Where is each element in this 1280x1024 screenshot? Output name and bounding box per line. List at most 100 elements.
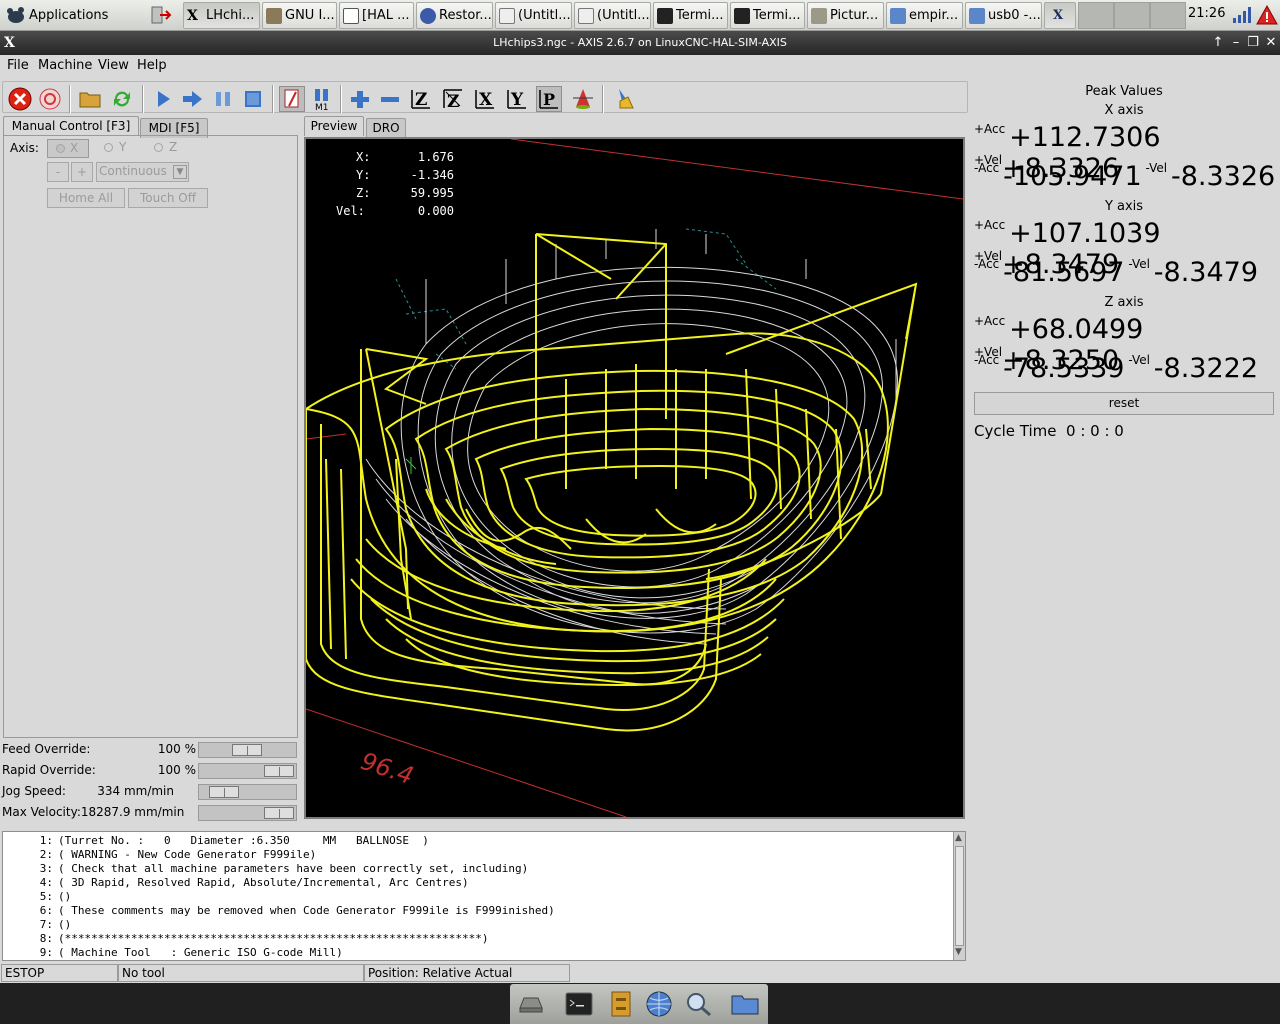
window-titlebar[interactable]: X LHchips3.ngc - AXIS 2.6.7 on LinuxCNC-… [0, 31, 1280, 55]
scroll-down-icon[interactable]: ▼ [955, 947, 962, 957]
slider-thumb[interactable] [264, 765, 294, 777]
code-line[interactable]: 7:() [3, 918, 72, 932]
search-icon[interactable] [684, 990, 714, 1018]
tab-manual-control[interactable]: Manual Control [F3] [3, 116, 139, 136]
jog-speed-slider[interactable] [198, 784, 297, 800]
reload-button[interactable] [109, 86, 135, 112]
jog-minus-button[interactable]: - [47, 162, 69, 182]
axis-x-radio[interactable]: X [47, 139, 89, 158]
code-line[interactable]: 6:( These comments may be removed when C… [3, 904, 555, 918]
estop-button[interactable] [7, 86, 33, 112]
jog-plus-button[interactable]: + [71, 162, 93, 182]
workspace-4[interactable] [1150, 2, 1186, 29]
view-x-button[interactable]: X [472, 86, 498, 112]
file-cabinet-icon[interactable] [606, 990, 636, 1018]
menu-help[interactable]: Help [137, 58, 167, 73]
toolpath-plot[interactable] [306, 139, 963, 817]
workspace-3[interactable] [1114, 2, 1150, 29]
run-button[interactable] [150, 86, 176, 112]
y-axis-label: Y axis [1104, 199, 1144, 214]
scrollbar-thumb[interactable] [955, 846, 964, 946]
code-scrollbar[interactable]: ▲ ▼ [953, 832, 965, 960]
task-usb0[interactable]: usb0 -... [965, 2, 1042, 29]
maximize-icon[interactable]: ❐ [1245, 34, 1261, 52]
shade-icon[interactable]: ↑ [1210, 34, 1226, 52]
status-estop: ESTOP [1, 964, 118, 982]
applications-menu[interactable]: Applications Menu [3, 2, 147, 50]
minimize-icon[interactable]: – [1228, 34, 1244, 52]
max-velocity-slider[interactable] [198, 805, 297, 821]
rotate-view-button[interactable] [570, 86, 596, 112]
folder-icon [890, 8, 906, 24]
code-line[interactable]: 5:() [3, 890, 72, 904]
menu-file[interactable]: File [7, 58, 29, 73]
axis-y-radio[interactable]: Y [104, 139, 144, 158]
dro-y-value: -1.346 [410, 168, 454, 182]
view-perspective-button[interactable]: P [536, 86, 562, 112]
task-restore[interactable]: Restor... [416, 2, 493, 29]
code-line[interactable]: 3:( Check that all machine parameters ha… [3, 862, 528, 876]
task-gimp[interactable]: GNU I... [262, 2, 337, 29]
logout-icon[interactable] [150, 5, 172, 25]
code-line[interactable]: 9:( Machine Tool : Generic ISO G-code Mi… [3, 946, 343, 960]
terminal-icon[interactable] [564, 990, 594, 1018]
step-button[interactable] [180, 86, 206, 112]
z-neg-vel: -8.3222 [1153, 353, 1258, 384]
task-untitled-1[interactable]: (Untitl... [495, 2, 572, 29]
task-hal[interactable]: [HAL ... [339, 2, 414, 29]
machine-power-button[interactable] [37, 86, 63, 112]
menu-view[interactable]: View [98, 58, 129, 73]
task-terminal-1[interactable]: Termi... [653, 2, 728, 29]
axis-z-radio[interactable]: Z [154, 139, 194, 158]
close-icon[interactable]: ✕ [1263, 34, 1279, 52]
gcode-listing[interactable]: 1: (Turret No. : 0 Diameter :6.350 MM BAL… [2, 831, 966, 961]
pause-button[interactable] [210, 86, 236, 112]
view-z2-button[interactable]: Z [440, 86, 466, 112]
web-browser-icon[interactable] [644, 990, 674, 1018]
feed-override-slider[interactable] [198, 742, 297, 758]
reset-button[interactable]: reset [974, 392, 1274, 415]
block-delete-button[interactable] [279, 86, 305, 112]
code-line[interactable]: 8: (*************************************… [3, 932, 489, 946]
drive-icon[interactable] [516, 990, 546, 1018]
slider-thumb[interactable] [209, 786, 239, 798]
open-file-button[interactable] [77, 86, 103, 112]
task-untitled-2[interactable]: (Untitl... [574, 2, 651, 29]
z-axis-negative-row: -Acc -78.5339 -Vel -8.3222 [974, 353, 1258, 384]
home-all-button[interactable]: Home All [47, 188, 125, 208]
code-line[interactable]: 4:( 3D Rapid, Resolved Rapid, Absolute/I… [3, 876, 469, 890]
folder-icon[interactable] [730, 990, 760, 1018]
touch-off-button[interactable]: Touch Off [128, 188, 208, 208]
terminal-icon [657, 8, 673, 24]
network-signal-icon[interactable] [1232, 6, 1252, 24]
code-line[interactable]: 1: (Turret No. : 0 Diameter :6.350 MM BAL… [3, 834, 429, 848]
view-y-button[interactable]: Y [504, 86, 530, 112]
task-empire[interactable]: empir... [886, 2, 963, 29]
slider-thumb[interactable] [232, 744, 262, 756]
slider-thumb[interactable] [264, 807, 294, 819]
code-line[interactable]: 2:( WARNING - New Code Generator F999ile… [3, 848, 317, 862]
zoom-out-button[interactable] [377, 86, 403, 112]
menu-machine[interactable]: Machine [38, 58, 92, 73]
scroll-up-icon[interactable]: ▲ [955, 833, 962, 843]
max-velocity-label: Max Velocity:18287.9 mm/min [2, 805, 185, 819]
clear-backplot-button[interactable] [611, 86, 637, 112]
clock[interactable]: 21:26 [1188, 6, 1225, 21]
stop-button[interactable] [240, 86, 266, 112]
view-z-button[interactable]: Z [408, 86, 434, 112]
workspace-x-button[interactable]: X [1044, 2, 1076, 29]
optional-stop-button[interactable]: M1 [309, 86, 335, 113]
jog-increment-select[interactable]: Continuous ▼ [96, 162, 189, 182]
tab-dro[interactable]: DRO [366, 118, 406, 138]
warning-icon[interactable] [1256, 4, 1278, 26]
task-pictures[interactable]: Pictur... [807, 2, 884, 29]
task-terminal-2[interactable]: Termi... [730, 2, 805, 29]
workspace-2[interactable] [1078, 2, 1114, 29]
zoom-in-button[interactable] [347, 86, 373, 112]
task-lhchips[interactable]: X LHchi... [183, 2, 260, 29]
gcode-preview-canvas[interactable]: X: 1.676 Y: -1.346 Z: 59.995 Vel: 0.000 … [304, 137, 965, 819]
rapid-override-slider[interactable] [198, 763, 297, 779]
axis-label: Axis: [10, 141, 39, 155]
xfce-mouse-icon [7, 7, 24, 23]
tab-preview[interactable]: Preview [304, 116, 364, 136]
